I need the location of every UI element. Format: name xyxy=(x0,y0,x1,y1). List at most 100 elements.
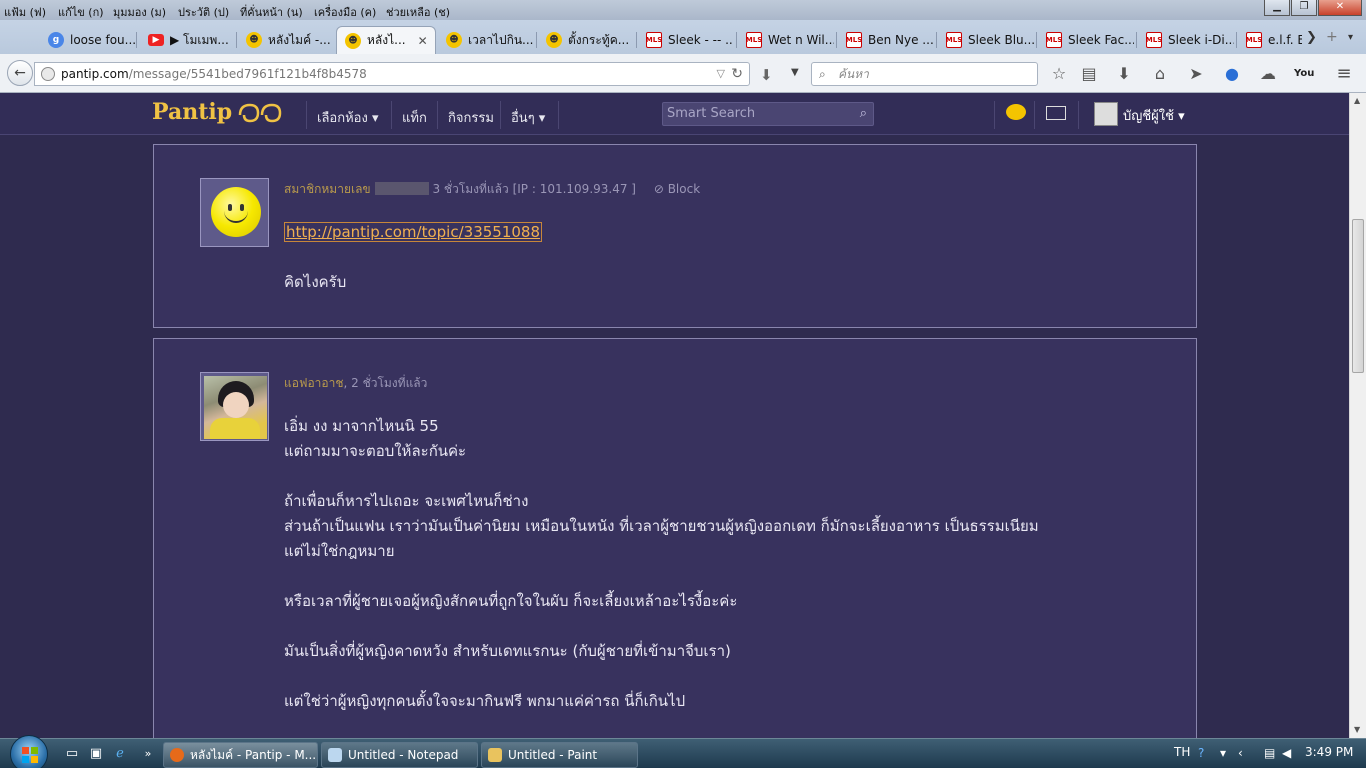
avatar[interactable] xyxy=(200,178,269,247)
tab-13[interactable]: MLS e.l.f. E xyxy=(1238,26,1302,54)
tab-12[interactable]: MLS Sleek i-Di... xyxy=(1138,26,1234,54)
new-tab-icon[interactable]: + xyxy=(1326,29,1338,45)
menu-history[interactable]: ประวัติ (ป) xyxy=(178,3,229,21)
youtube-toolbar-icon[interactable]: You xyxy=(1294,64,1314,84)
tab-close-icon[interactable]: ✕ xyxy=(418,34,428,48)
show-hidden-icons-icon[interactable]: ‹ xyxy=(1238,746,1243,760)
mls-icon: MLS xyxy=(1046,32,1062,48)
page-scrollbar[interactable]: ▲ ▼ xyxy=(1349,93,1366,738)
download-blocked-icon[interactable]: ⬇ xyxy=(760,66,773,84)
clock[interactable]: 3:49 PM xyxy=(1305,745,1353,759)
bookmark-star-icon[interactable]: ☆ xyxy=(1049,64,1069,84)
menu-view[interactable]: มุมมอง (ม) xyxy=(113,3,166,21)
menu-edit[interactable]: แก้ไข (ก) xyxy=(58,3,104,21)
tab-7[interactable]: MLS Sleek - -- ... xyxy=(638,26,734,54)
firefox-icon xyxy=(170,748,184,762)
menu-file[interactable]: แฟ้ม (ฟ) xyxy=(4,3,46,21)
comment-line: คิดไงครับ xyxy=(284,273,347,291)
tab-label: หลังไมค์ -... xyxy=(268,32,331,47)
send-icon[interactable]: ➤ xyxy=(1186,64,1206,84)
pantip-logo[interactable]: Pantip xyxy=(152,99,232,125)
tab-6[interactable]: ☻ ตั้งกระทู้ค... xyxy=(538,26,634,54)
url-bar[interactable]: pantip.com/message/5541bed7961f121b4f8b4… xyxy=(34,62,750,86)
back-button[interactable]: ← xyxy=(7,60,33,86)
mail-icon[interactable] xyxy=(1046,106,1066,120)
help-icon[interactable]: ? xyxy=(1198,746,1204,760)
taskbar-item-paint[interactable]: Untitled - Paint xyxy=(481,742,638,768)
menu-bar: แฟ้ม (ฟ) แก้ไข (ก) มุมมอง (ม) ประวัติ (ป… xyxy=(0,0,1366,20)
navigation-bar: ← pantip.com/message/5541bed7961f121b4f8… xyxy=(0,54,1366,93)
volume-icon[interactable]: ◀ xyxy=(1282,746,1291,760)
menu-tools[interactable]: เครื่องมือ (ค) xyxy=(314,3,376,21)
taskbar-item-firefox[interactable]: หลังไมค์ - Pantip - M... xyxy=(163,742,318,768)
downloads-icon[interactable]: ⬇ xyxy=(1114,64,1134,84)
tab-label: Sleek Fac... xyxy=(1068,33,1134,47)
network-icon[interactable]: ▤ xyxy=(1264,746,1275,760)
url-dropdown-icon[interactable]: ▽ xyxy=(717,63,725,85)
nav-activities[interactable]: กิจกรรม xyxy=(448,107,494,128)
reload-icon[interactable]: ↻ xyxy=(731,63,743,85)
download-dropdown-icon[interactable]: ▼ xyxy=(791,67,799,78)
comment-line xyxy=(284,464,1039,489)
maximize-button[interactable]: ❐ xyxy=(1291,0,1317,16)
ie-icon[interactable]: ℯ xyxy=(112,746,128,762)
scroll-down-icon[interactable]: ▼ xyxy=(1354,725,1360,734)
search-input[interactable]: ⌕ ค้นหา xyxy=(811,62,1038,86)
addon-icon[interactable]: ● xyxy=(1222,64,1242,84)
menu-icon[interactable]: ≡ xyxy=(1334,64,1354,84)
scroll-up-icon[interactable]: ▲ xyxy=(1354,96,1360,105)
home-icon[interactable]: ⌂ xyxy=(1150,64,1170,84)
tab-label: loose fou... xyxy=(70,33,136,47)
smart-search-input[interactable]: Smart Search ⌕ xyxy=(662,102,874,126)
scroll-thumb[interactable] xyxy=(1352,219,1364,373)
search-placeholder: ค้นหา xyxy=(838,67,869,81)
comment-line xyxy=(284,614,1039,639)
minimize-button[interactable]: ▁ xyxy=(1264,0,1290,16)
tab-11[interactable]: MLS Sleek Fac... xyxy=(1038,26,1134,54)
tray-options-icon[interactable]: ▾ xyxy=(1220,746,1226,760)
menu-help[interactable]: ช่วยเหลือ (ช) xyxy=(386,3,450,21)
show-desktop-icon[interactable]: ▭ xyxy=(64,746,80,762)
comment-line: แต่ถามมาจะตอบให้ละกันค่ะ xyxy=(284,442,467,460)
quicklaunch-more-icon[interactable]: » xyxy=(140,746,156,762)
author-name[interactable]: แอฟอาอาช xyxy=(284,376,343,390)
tab-5[interactable]: ☻ เวลาไปกิน... xyxy=(438,26,534,54)
window-controls: ▁ ❐ ✕ xyxy=(1264,0,1362,17)
emoticon-notification-icon[interactable] xyxy=(1006,104,1026,120)
comment-line: เอิ่ม งง มาจากไหนนิ 55 xyxy=(284,417,439,435)
tab-8[interactable]: MLS Wet n Wil... xyxy=(738,26,834,54)
tab-2[interactable]: ▶ ▶ โมเมพ... xyxy=(140,26,236,54)
chat-icon[interactable]: ☁ xyxy=(1258,64,1278,84)
taskbar-item-notepad[interactable]: Untitled - Notepad xyxy=(321,742,478,768)
tab-list-icon[interactable]: ▾ xyxy=(1348,32,1353,43)
tab-label: e.l.f. E xyxy=(1268,33,1302,47)
menu-bookmarks[interactable]: ที่คั่นหน้า (น) xyxy=(240,3,303,21)
pantip-icon: ☻ xyxy=(246,32,262,48)
block-button[interactable]: ⊘ Block xyxy=(654,182,700,196)
tab-label: Wet n Wil... xyxy=(768,33,834,47)
tab-4-active[interactable]: ☻ หลังไ... ✕ xyxy=(336,26,436,54)
author-name[interactable]: สมาชิกหมายเลข xyxy=(284,182,371,196)
tab-10[interactable]: MLS Sleek Blu... xyxy=(938,26,1034,54)
tab-1[interactable]: g loose fou... xyxy=(40,26,136,54)
tab-9[interactable]: MLS Ben Nye ... xyxy=(838,26,934,54)
account-menu[interactable]: บัญชีผู้ใช้ ▾ xyxy=(1123,105,1185,126)
search-icon[interactable]: ⌕ xyxy=(860,103,867,125)
nav-more[interactable]: อื่นๆ ▾ xyxy=(511,107,545,128)
account-avatar[interactable] xyxy=(1094,102,1118,126)
explorer-icon[interactable]: ▣ xyxy=(88,746,104,762)
user-photo xyxy=(204,376,267,439)
language-indicator[interactable]: TH xyxy=(1174,745,1190,759)
tab-scroll-right-icon[interactable]: ❯ xyxy=(1306,30,1317,45)
close-button[interactable]: ✕ xyxy=(1318,0,1362,16)
start-button[interactable] xyxy=(10,735,48,768)
comment-card: แอฟอาอาช, 2 ชั่วโมงที่แล้ว เอิ่ม งง มาจา… xyxy=(153,338,1197,758)
avatar[interactable] xyxy=(200,372,269,441)
comment-body: เอิ่ม งง มาจากไหนนิ 55 แต่ถามมาจะตอบให้ล… xyxy=(284,414,1039,714)
topic-link[interactable]: http://pantip.com/topic/33551088 xyxy=(284,222,542,242)
bookmarks-list-icon[interactable]: ▤ xyxy=(1079,64,1099,84)
tab-label: Sleek Blu... xyxy=(968,33,1034,47)
tab-3[interactable]: ☻ หลังไมค์ -... xyxy=(238,26,334,54)
nav-choose-room[interactable]: เลือกห้อง ▾ xyxy=(317,107,378,128)
nav-tags[interactable]: แท็ก xyxy=(402,107,427,128)
